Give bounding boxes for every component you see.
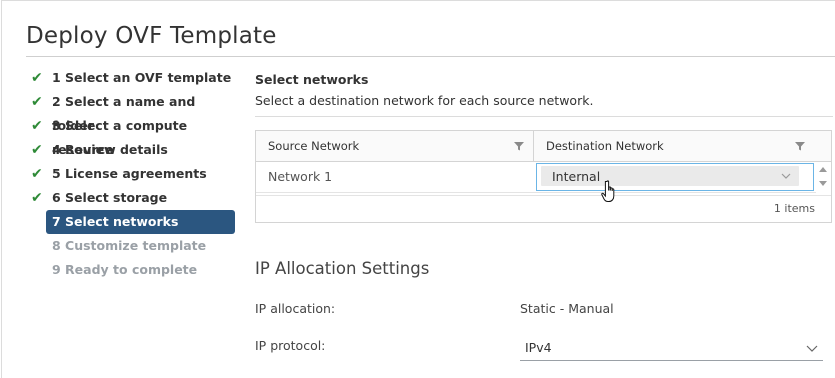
check-icon: ✔ [31,70,43,86]
scroll-up-icon[interactable] [819,166,827,172]
check-icon: ✔ [31,94,43,110]
filter-icon[interactable] [513,140,525,152]
check-icon: ✔ [31,190,43,206]
destination-network-value: Internal [552,169,601,184]
step-7-active[interactable]: 7 Select networks [46,210,235,234]
step-9: 9 Ready to complete [30,258,240,282]
select-field[interactable]: Internal [541,166,799,186]
ip-protocol-select[interactable]: IPv4 [520,336,823,361]
step-3[interactable]: ✔ 3 Select a compute resource [30,114,240,157]
step-label: 6 Select storage [52,190,168,205]
network-grid: Source Network Destination Network Netwo… [255,130,832,223]
dialog-title: Deploy OVF Template [26,23,277,49]
ip-allocation-label: IP allocation: [255,301,336,316]
check-icon: ✔ [31,142,43,158]
step-4[interactable]: ✔ 4 Review details [30,138,240,162]
chevron-down-icon [781,173,791,179]
destination-network-select[interactable]: Internal [536,163,814,191]
step-2[interactable]: ✔ 2 Select a name and folder [30,90,240,133]
step-label: 9 Ready to complete [52,262,198,277]
ip-allocation-value: Static - Manual [520,301,614,316]
table-row[interactable]: Network 1 Internal [256,162,816,193]
step-label: 4 Review details [52,142,168,157]
ip-settings-title: IP Allocation Settings [255,259,430,278]
hand-cursor-icon [601,180,615,202]
step-label: 8 Customize template [52,238,207,253]
step-8: 8 Customize template [30,234,240,258]
check-icon: ✔ [31,166,43,182]
item-count: 1 items [773,202,815,215]
check-icon: ✔ [31,118,43,134]
step-label: 7 Select networks [52,214,179,229]
scroll-down-icon[interactable] [819,181,827,187]
main-content: Select networks Select a destination net… [255,72,833,223]
column-header-destination[interactable]: Destination Network [546,131,664,161]
wizard-steps: ✔ 1 Select an OVF template ✔ 2 Select a … [30,66,240,282]
section-divider [255,116,833,117]
step-1[interactable]: ✔ 1 Select an OVF template [30,66,240,90]
chevron-down-icon [806,345,818,352]
grid-header: Source Network Destination Network [256,131,831,162]
step-label: 1 Select an OVF template [52,70,232,85]
section-title: Select networks [255,72,369,87]
title-divider [26,56,835,57]
ip-protocol-label: IP protocol: [255,338,326,353]
section-subtitle: Select a destination network for each so… [255,93,594,108]
source-network-cell: Network 1 [268,169,333,184]
column-divider[interactable] [533,131,534,161]
column-header-source[interactable]: Source Network [268,131,359,161]
filter-icon[interactable] [794,140,806,152]
ip-protocol-value: IPv4 [525,340,552,355]
footer-divider [256,195,831,196]
grid-scrollbar[interactable] [817,162,830,192]
step-label: 5 License agreements [52,166,207,181]
step-6[interactable]: ✔ 6 Select storage [30,186,240,210]
step-5[interactable]: ✔ 5 License agreements [30,162,240,186]
